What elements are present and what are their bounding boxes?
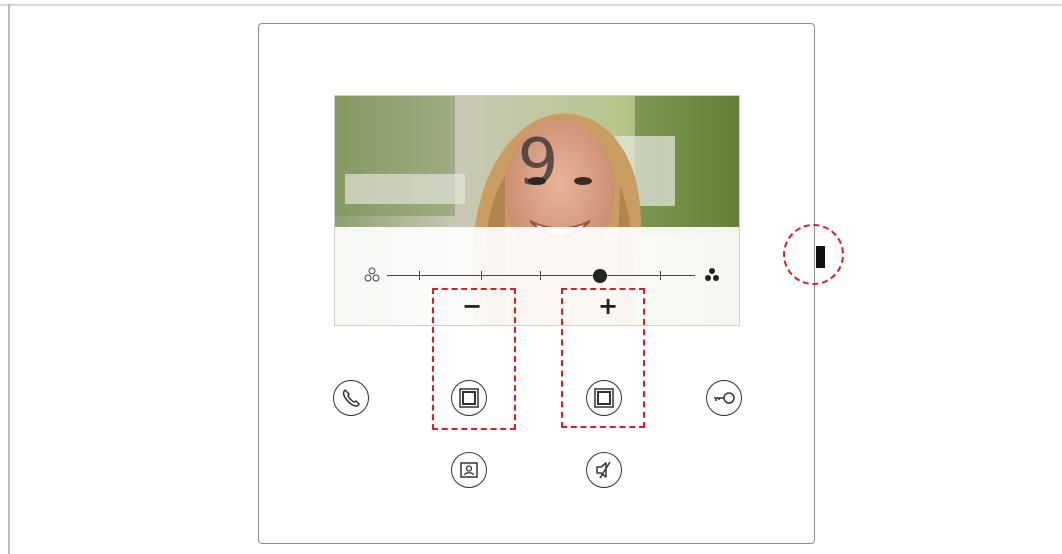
camera-view-button[interactable] xyxy=(451,452,487,488)
video-screen: 9 − + xyxy=(334,95,740,326)
page-top-border xyxy=(0,4,1062,6)
key-icon xyxy=(714,392,735,404)
brightness-slider-track[interactable] xyxy=(387,275,695,276)
speaker-mute-icon xyxy=(596,461,611,479)
controls-overlay xyxy=(335,227,739,325)
phone-handset-icon xyxy=(342,389,360,407)
page-left-border xyxy=(8,4,10,554)
user-portrait-icon xyxy=(460,462,478,478)
brightness-low-icon xyxy=(364,267,380,282)
volume-level-number: 9 xyxy=(517,126,559,200)
slider-knob[interactable] xyxy=(593,269,607,283)
slider-tick xyxy=(540,271,541,280)
slider-tick xyxy=(419,271,420,280)
square-frame-icon xyxy=(459,388,479,408)
plus-button[interactable] xyxy=(586,380,622,416)
plus-label: + xyxy=(597,292,619,320)
side-switch[interactable] xyxy=(816,246,825,268)
square-frame-icon xyxy=(594,388,614,408)
minus-button[interactable] xyxy=(451,380,487,416)
minus-label: − xyxy=(461,292,483,320)
brightness-high-icon xyxy=(705,268,719,281)
door-lock-button[interactable] xyxy=(706,380,742,416)
mute-button[interactable] xyxy=(586,452,622,488)
slider-tick xyxy=(481,271,482,280)
call-button[interactable] xyxy=(333,380,369,416)
slider-tick xyxy=(660,271,661,280)
